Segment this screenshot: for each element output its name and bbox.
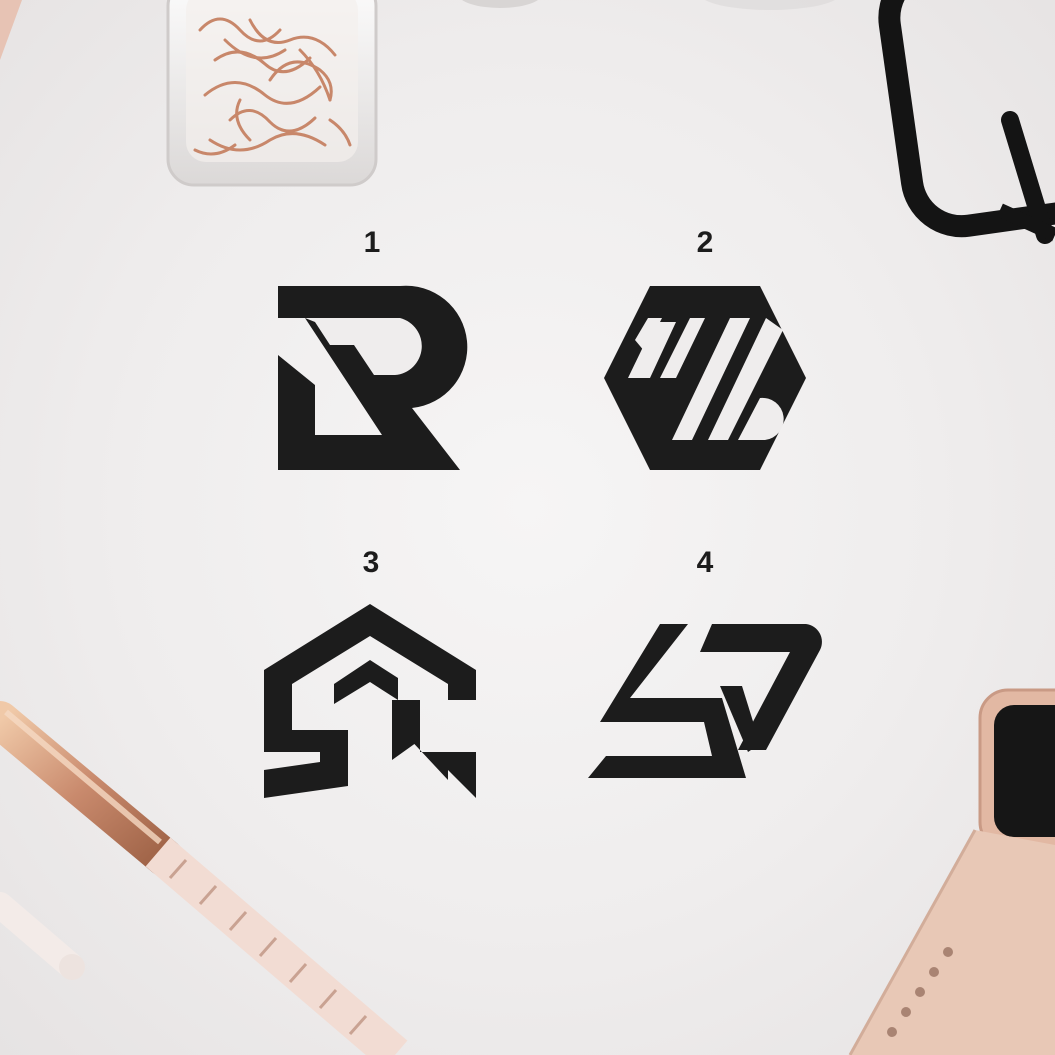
- desk-flatlay-mockup: 1 2 3 4: [0, 0, 1055, 1055]
- logo-concepts: [264, 285, 822, 798]
- logo-3-sr-arrow: [264, 604, 476, 798]
- logo-2-hexagon-sr: [604, 286, 806, 470]
- logo-1-sr-monogram: [278, 285, 468, 470]
- logo-4-sr-angular: [588, 624, 822, 778]
